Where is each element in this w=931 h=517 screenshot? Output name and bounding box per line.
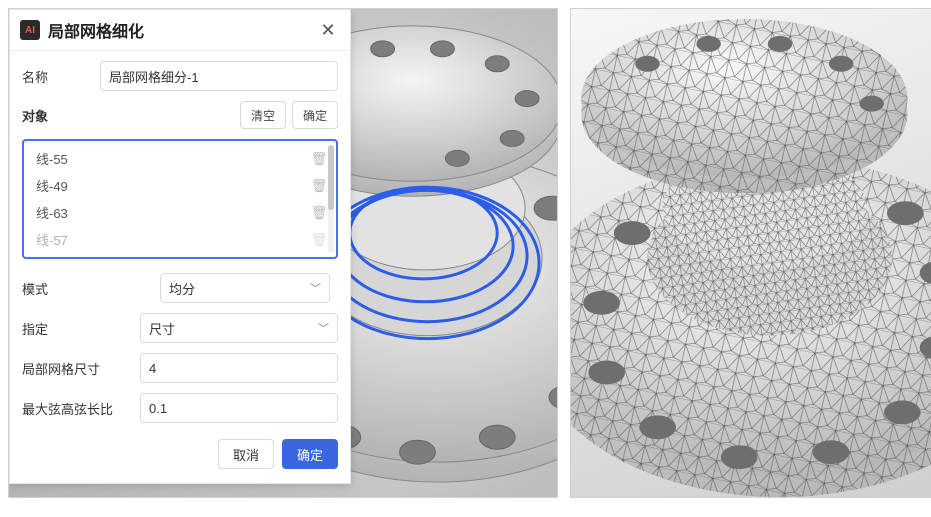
- specify-select[interactable]: 尺寸 ﹀: [140, 313, 338, 343]
- trash-icon[interactable]: 🗑: [310, 150, 328, 168]
- list-item-label: 线-55: [36, 149, 68, 168]
- chord-ratio-label: 最大弦高弦长比: [22, 399, 122, 418]
- app-icon: AI: [20, 20, 40, 40]
- list-item[interactable]: 线-57 🗑: [24, 226, 336, 253]
- mode-select[interactable]: 均分 ﹀: [160, 273, 330, 303]
- clear-button[interactable]: 清空: [240, 101, 286, 129]
- name-input[interactable]: [100, 61, 338, 91]
- list-item[interactable]: 线-49 🗑: [24, 172, 336, 199]
- mode-value: 均分: [169, 279, 195, 298]
- trash-icon[interactable]: 🗑: [310, 204, 328, 222]
- list-item-label: 线-49: [36, 176, 68, 195]
- scrollbar[interactable]: [328, 145, 334, 253]
- object-list[interactable]: 线-55 🗑 线-49 🗑 线-63 🗑 线-57 🗑: [22, 139, 338, 259]
- list-item-label: 线-63: [36, 203, 68, 222]
- confirm-selection-button[interactable]: 确定: [292, 101, 338, 129]
- list-item[interactable]: 线-63 🗑: [24, 199, 336, 226]
- objects-label: 对象: [22, 106, 48, 125]
- list-item[interactable]: 线-55 🗑: [24, 145, 336, 172]
- meshed-model-view[interactable]: [571, 9, 931, 497]
- ok-button[interactable]: 确定: [282, 439, 338, 469]
- chevron-down-icon: ﹀: [310, 280, 321, 296]
- mode-label: 模式: [22, 279, 100, 298]
- chevron-down-icon: ﹀: [318, 320, 329, 336]
- local-size-label: 局部网格尺寸: [22, 359, 112, 378]
- local-size-input[interactable]: [140, 353, 338, 383]
- cancel-button[interactable]: 取消: [218, 439, 274, 469]
- specify-value: 尺寸: [149, 319, 175, 338]
- close-icon[interactable]: ✕: [316, 18, 340, 42]
- chord-ratio-input[interactable]: [140, 393, 338, 423]
- specify-label: 指定: [22, 319, 100, 338]
- name-label: 名称: [22, 67, 100, 86]
- viewport-left: AI 局部网格细化 ✕ 名称 对象 清空 确定 线-: [8, 8, 558, 498]
- local-mesh-refine-dialog: AI 局部网格细化 ✕ 名称 对象 清空 确定 线-: [9, 9, 351, 484]
- viewport-right[interactable]: [570, 8, 931, 498]
- trash-icon[interactable]: 🗑: [310, 231, 328, 249]
- dialog-title: 局部网格细化: [48, 18, 316, 42]
- trash-icon[interactable]: 🗑: [310, 177, 328, 195]
- list-item-label: 线-57: [36, 230, 68, 249]
